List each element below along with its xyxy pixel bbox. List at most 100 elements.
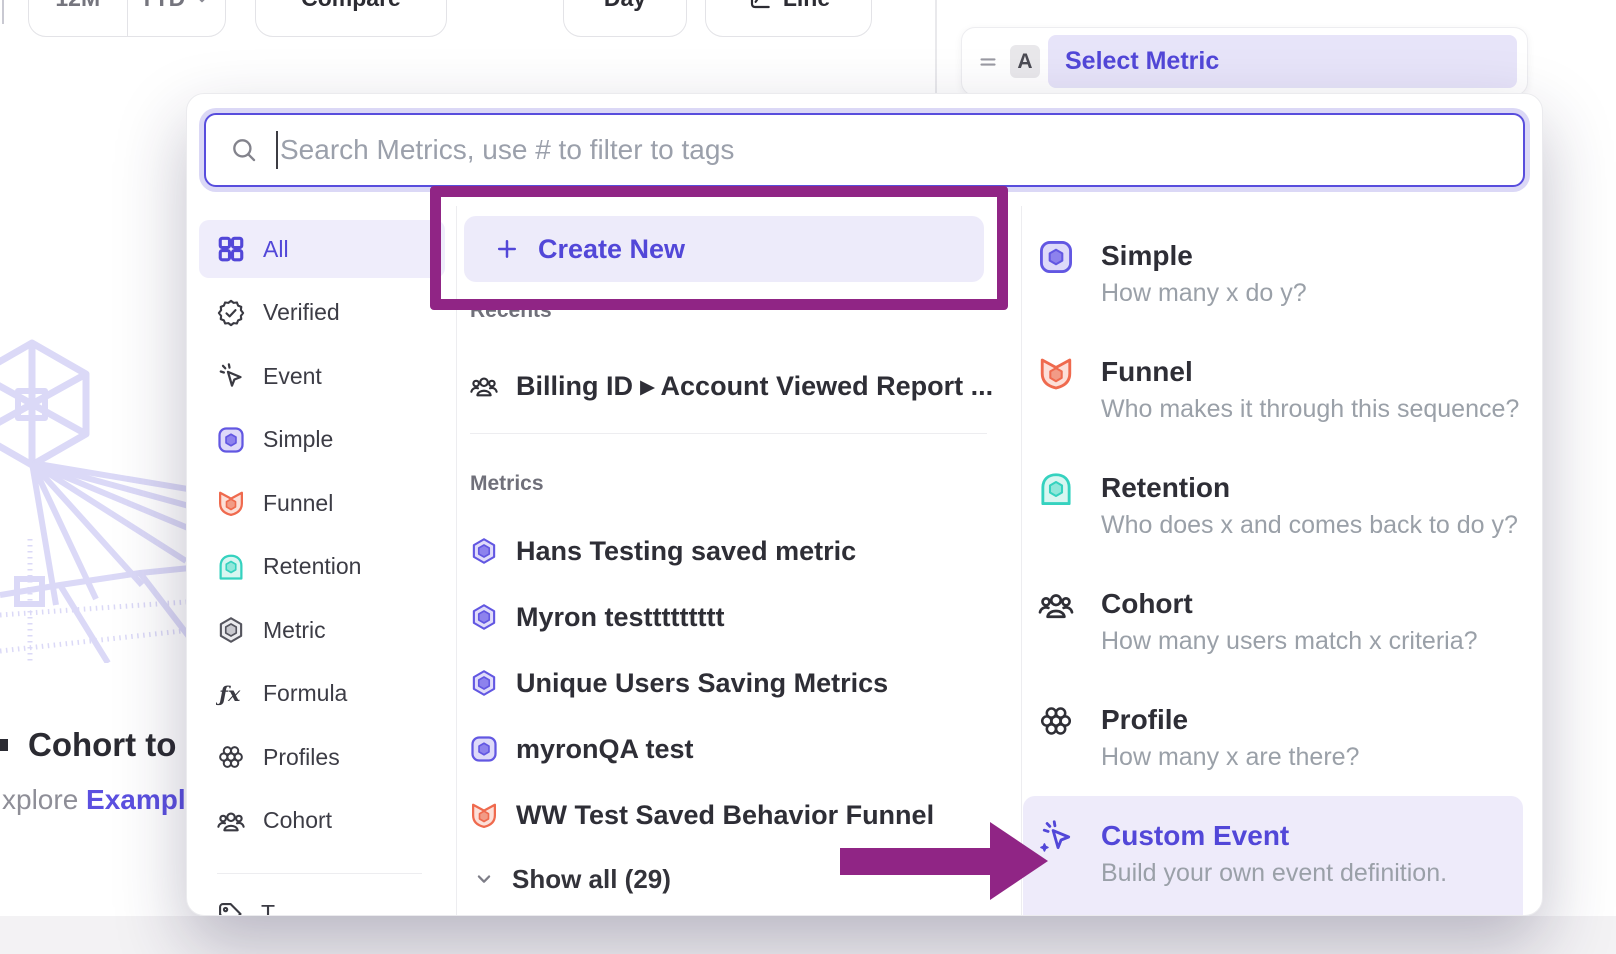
category-label: T (261, 900, 275, 916)
category-list: All Verified Event Simple Funnel Retenti… (199, 220, 445, 855)
category-item[interactable]: All (199, 220, 445, 278)
profiles-icon (216, 742, 246, 772)
metric-type-title: Funnel (1101, 355, 1519, 389)
event-icon (216, 361, 246, 391)
metric-slot-card: A Select Metric (961, 27, 1528, 96)
category-label: Verified (263, 299, 340, 326)
simple-icon (1037, 238, 1075, 276)
sidebar-divider (217, 873, 422, 874)
chart-type-button[interactable]: Line (705, 0, 872, 37)
search-input[interactable] (280, 134, 1503, 166)
metrics-label: Metrics (470, 472, 544, 496)
metric-type-description: How many users match x criteria? (1101, 626, 1478, 657)
example-link[interactable]: Example (86, 784, 201, 815)
metric-type-description: Who makes it through this sequence? (1101, 394, 1519, 425)
metric-item-label: Unique Users Saving Metrics (516, 668, 888, 699)
granularity-button[interactable]: Day (563, 0, 687, 37)
create-new-label: Create New (538, 234, 685, 265)
category-item[interactable]: Cohort (199, 792, 445, 850)
category-item[interactable]: Profiles (199, 728, 445, 786)
funnel-icon (1037, 354, 1075, 392)
metric-purple-icon (469, 668, 499, 698)
cohort-icon (1037, 586, 1075, 624)
clipped-text-fragment (0, 739, 8, 751)
granularity-label: Day (604, 0, 646, 12)
metric-type-option[interactable]: Custom Event Build your own event defini… (1023, 796, 1523, 916)
drag-handle-icon[interactable] (976, 50, 1000, 74)
category-item[interactable]: Retention (199, 538, 445, 596)
category-item-partial[interactable]: T (216, 900, 275, 916)
show-all-label: Show all (29) (512, 864, 671, 895)
metric-type-title: Simple (1101, 239, 1307, 273)
funnel-icon (216, 488, 246, 518)
text-caret (276, 131, 278, 169)
metric-purple-icon (469, 536, 499, 566)
subtext: xplore (2, 784, 78, 815)
page-footer-area (0, 916, 1616, 954)
cohort-icon (216, 806, 246, 836)
category-item[interactable]: Verified (199, 284, 445, 342)
cohort-icon (469, 371, 499, 401)
category-item[interactable]: ƒx Formula (199, 665, 445, 723)
metric-item-label: myronQA test (516, 734, 694, 765)
metric-purple-icon (469, 602, 499, 632)
recent-item[interactable]: Billing ID ▸ Account Viewed Report ... (469, 365, 993, 407)
category-item[interactable]: Event (199, 347, 445, 405)
metric-type-option[interactable]: Funnel Who makes it through this sequenc… (1023, 355, 1523, 471)
retention-icon (1037, 470, 1075, 508)
category-label: Funnel (263, 490, 333, 517)
metric-type-description: How many x are there? (1101, 742, 1359, 773)
line-chart-icon (747, 0, 773, 12)
create-new-button[interactable]: Create New (464, 216, 984, 282)
category-label: Formula (263, 680, 347, 707)
recents-label: Recents (470, 299, 552, 323)
metric-type-description: Who does x and comes back to do y? (1101, 510, 1518, 541)
metric-item[interactable]: myronQA test (469, 728, 934, 770)
category-label: Simple (263, 426, 333, 453)
metric-type-option[interactable]: Cohort How many users match x criteria? (1023, 587, 1523, 703)
metric-type-title: Custom Event (1101, 819, 1447, 853)
metric-icon (216, 615, 246, 645)
metric-type-title: Cohort (1101, 587, 1478, 621)
category-item[interactable]: Simple (199, 411, 445, 469)
metric-type-title: Retention (1101, 471, 1518, 505)
compare-label: Compare (301, 0, 401, 12)
metric-type-list: Simple How many x do y? Funnel Who makes… (1023, 239, 1523, 916)
range-12m-button[interactable]: 12M (29, 0, 127, 36)
category-label: Retention (263, 553, 361, 580)
category-item[interactable]: Funnel (199, 474, 445, 532)
category-label: Profiles (263, 744, 340, 771)
chevron-down-icon (191, 0, 213, 10)
date-range-control: 12M YTD (28, 0, 226, 37)
select-metric-label: Select Metric (1065, 47, 1219, 76)
column-divider (456, 206, 457, 915)
category-label: Event (263, 363, 322, 390)
search-bar (204, 113, 1525, 187)
formula-icon: ƒx (216, 679, 246, 709)
show-all-toggle[interactable]: Show all (29) (471, 859, 671, 899)
metric-type-option[interactable]: Retention Who does x and comes back to d… (1023, 471, 1523, 587)
metric-item-label: Myron testtttttttt (516, 602, 724, 633)
range-ytd-button[interactable]: YTD (127, 0, 226, 36)
metric-item[interactable]: Unique Users Saving Metrics (469, 662, 934, 704)
metric-item[interactable]: Myron testtttttttt (469, 596, 934, 638)
verified-icon (216, 298, 246, 328)
column-divider (1021, 206, 1022, 915)
metric-item-label: WW Test Saved Behavior Funnel (516, 800, 934, 831)
metric-type-title: Profile (1101, 703, 1359, 737)
metric-item[interactable]: Hans Testing saved metric (469, 530, 934, 572)
metric-list: Hans Testing saved metric Myron testtttt… (469, 530, 934, 860)
range-ytd-label: YTD (139, 0, 185, 12)
left-panel-edge (2, 0, 4, 24)
svg-text:ƒx: ƒx (216, 681, 241, 705)
select-metric-field[interactable]: Select Metric (1048, 35, 1517, 88)
metric-item-label: Hans Testing saved metric (516, 536, 856, 567)
category-item[interactable]: Metric (199, 601, 445, 659)
category-label: Cohort (263, 807, 332, 834)
metric-type-option[interactable]: Simple How many x do y? (1023, 239, 1523, 355)
range-12m-label: 12M (55, 0, 100, 12)
compare-button[interactable]: Compare (255, 0, 447, 37)
custom-event-icon (1037, 818, 1075, 856)
metric-item[interactable]: WW Test Saved Behavior Funnel (469, 794, 934, 836)
background-subtext: xplore Example (2, 784, 201, 816)
